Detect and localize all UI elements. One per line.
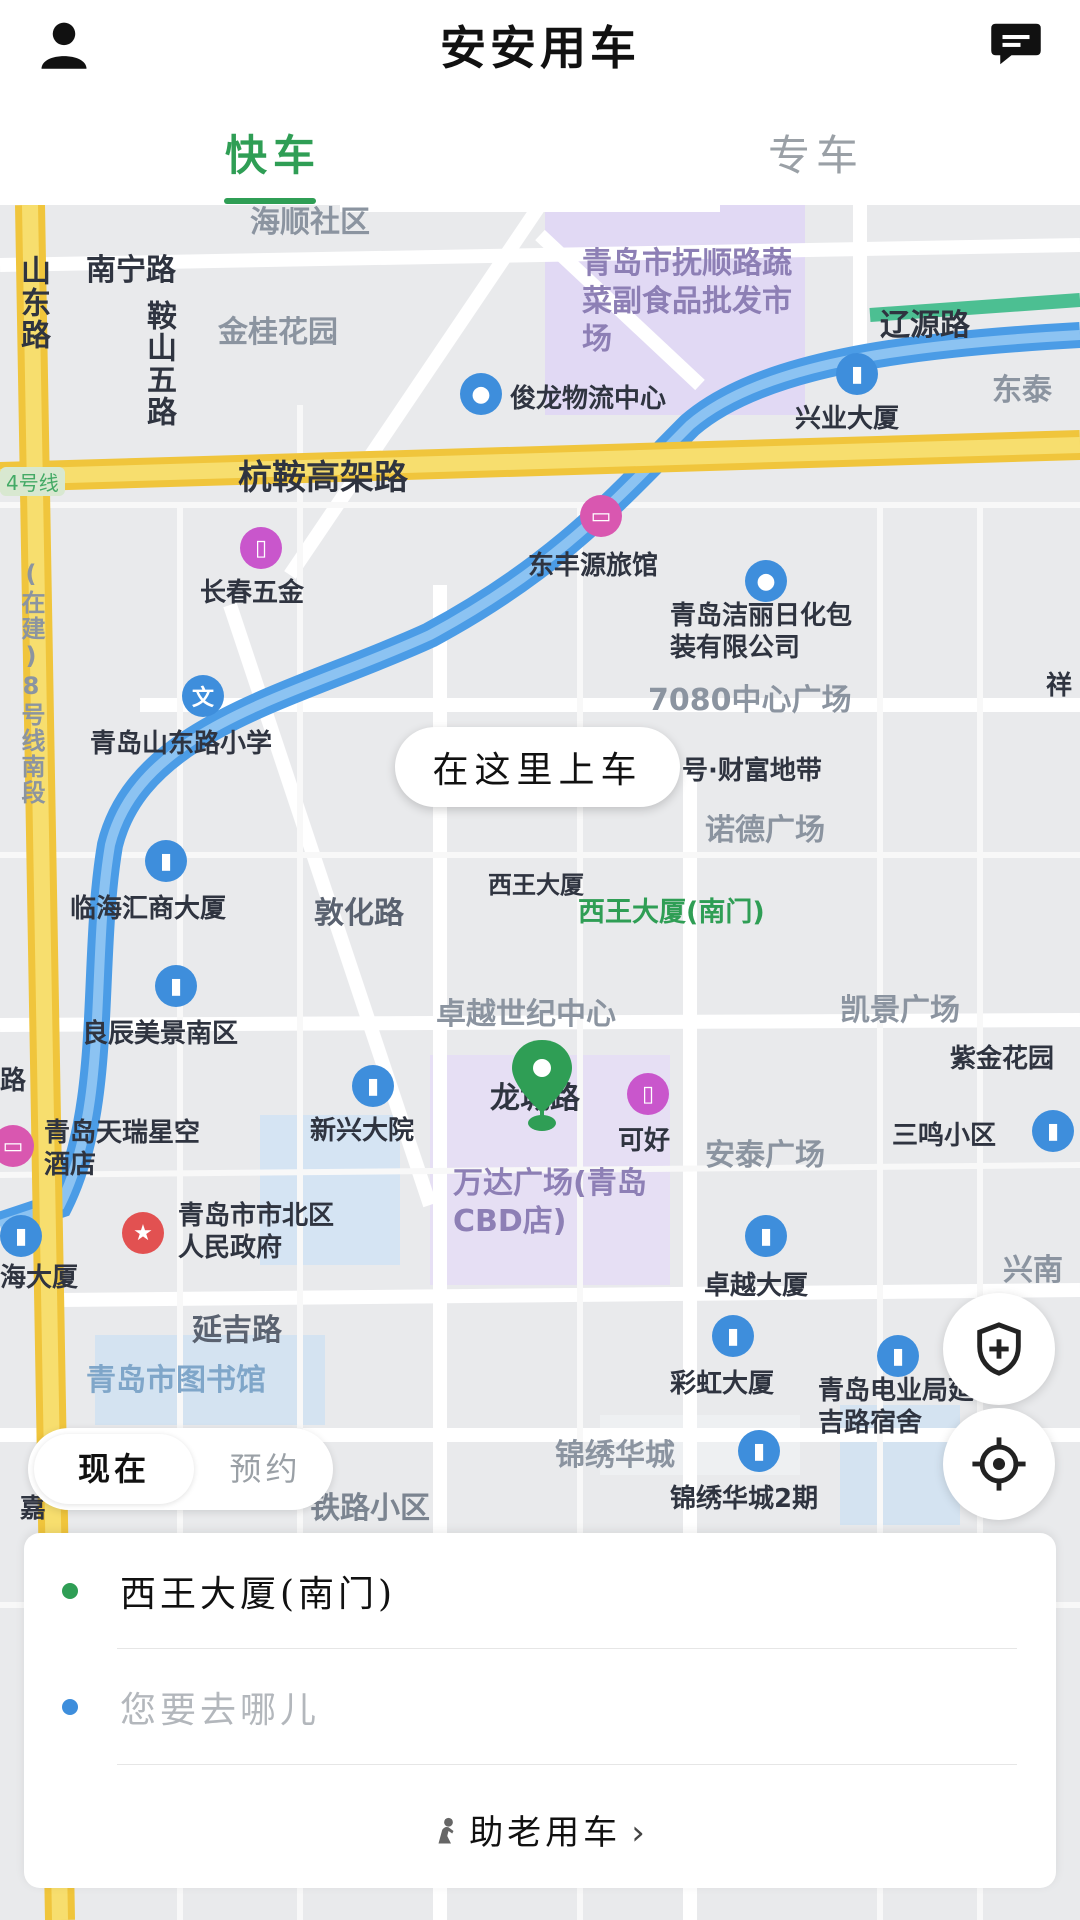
message-icon[interactable] <box>986 14 1046 74</box>
map-label: 杭鞍高架路 <box>238 458 408 498</box>
safety-button[interactable] <box>943 1293 1055 1405</box>
now-option[interactable]: 现在 <box>34 1434 194 1504</box>
elder-assist-button[interactable]: 助老用车 › <box>24 1805 1056 1855</box>
map-label: 7080中心广场 <box>648 683 852 718</box>
map-label: 海顺社区 <box>250 205 370 240</box>
pickup-here-bubble: 在这里上车 <box>395 727 680 807</box>
shield-plus-icon <box>977 1322 1021 1376</box>
elder-icon <box>431 1815 461 1855</box>
pickup-point-label: 西王大厦(南门) <box>578 897 765 928</box>
shop-icon: ▯ <box>240 527 282 569</box>
building-icon: ▮ <box>836 353 878 395</box>
map-label: 凯景广场 <box>840 993 960 1028</box>
locate-icon <box>972 1437 1026 1491</box>
map-label: 西王大厦 <box>488 871 584 899</box>
map-label: 卓越世纪中心 <box>436 997 616 1032</box>
locate-button[interactable] <box>943 1408 1055 1520</box>
ride-type-tabs: 快车 专车 <box>0 100 1080 205</box>
map-label: (在建)8号线南段 <box>17 560 45 806</box>
map-label: 兴南 <box>1003 1253 1063 1288</box>
hotel-icon: ▭ <box>580 495 622 537</box>
map-label: 金桂花园 <box>218 315 338 350</box>
building-icon: ▮ <box>877 1335 919 1377</box>
map-label: 俊龙物流中心 <box>510 384 667 414</box>
building-icon: ▮ <box>0 1215 42 1257</box>
origin-text: 西王大厦(南门) <box>120 1574 397 1615</box>
map-label: 辽源路 <box>880 308 970 343</box>
map-label: 东泰 <box>992 373 1052 408</box>
map-label: 延吉路 <box>192 1313 282 1348</box>
map-label: 祥 <box>1046 671 1073 701</box>
government-icon: ★ <box>122 1212 164 1254</box>
building-icon: ▮ <box>745 1215 787 1257</box>
building-icon: ▮ <box>1032 1110 1074 1152</box>
map-label: 长春五金 <box>200 578 305 608</box>
origin-dot-icon <box>62 1583 78 1599</box>
map-label: 铁路小区 <box>310 1491 430 1526</box>
metro-line-label: 4号线 <box>0 467 65 496</box>
building-icon: ▮ <box>145 840 187 882</box>
elder-assist-label: 助老用车 <box>469 1813 622 1853</box>
map-label: 兴业大厦 <box>795 404 900 434</box>
map-label: 南宁路 <box>86 253 176 288</box>
reserve-option[interactable]: 预约 <box>203 1428 328 1510</box>
destination-input[interactable]: 您要去哪儿 <box>120 1681 320 1733</box>
poi-icon: ● <box>745 560 787 602</box>
origin-row[interactable]: 西王大厦(南门) <box>24 1533 1056 1648</box>
map-label: 山东路 <box>15 255 50 351</box>
map-label: 紫金花园 <box>950 1044 1055 1074</box>
map-label: 青岛天瑞星空酒店 <box>44 1118 201 1180</box>
map-label: 鞍山五路 <box>141 300 176 428</box>
map-label: 敦化路 <box>314 896 404 931</box>
top-bar: 安安用车 <box>0 0 1080 84</box>
map-label: 青岛市市北区人民政府 <box>178 1201 335 1263</box>
destination-row[interactable]: 您要去哪儿 <box>24 1649 1056 1764</box>
map-label: 青岛山东路小学 <box>90 729 273 759</box>
map-label: 海大厦 <box>0 1263 79 1293</box>
chevron-right-icon: › <box>631 1813 649 1853</box>
map-label: 万达广场(青岛CBD店) <box>453 1166 647 1239</box>
active-tab-indicator <box>224 198 316 204</box>
tab-premium[interactable]: 专车 <box>768 122 864 183</box>
map-label: 卓越大厦 <box>704 1271 809 1301</box>
building-icon: ▮ <box>712 1315 754 1357</box>
map-label: 安泰广场 <box>705 1138 825 1173</box>
destination-dot-icon <box>62 1699 78 1715</box>
shop-icon: ▯ <box>627 1073 669 1115</box>
school-icon: 文 <box>182 675 224 717</box>
building-icon: ▮ <box>155 965 197 1007</box>
map-label: 青岛洁丽日化包装有限公司 <box>670 601 853 663</box>
map-label: 青岛市图书馆 <box>86 1363 266 1398</box>
building-icon: ▮ <box>738 1430 780 1472</box>
route-card: 西王大厦(南门) 您要去哪儿 助老用车 › <box>24 1533 1056 1888</box>
map-label: 锦绣华城2期 <box>670 1484 819 1514</box>
map-label: 青岛市抚顺路蔬菜副食品批发市场 <box>582 246 792 357</box>
app-title: 安安用车 <box>440 21 640 75</box>
poi-icon: ● <box>460 373 502 415</box>
map-label: 临海汇商大厦 <box>70 894 227 924</box>
map-label: 东丰源旅馆 <box>528 551 659 581</box>
map-label: 可好 <box>618 1126 671 1156</box>
ride-time-toggle: 现在 预约 <box>28 1428 333 1510</box>
map-label: 新兴大院 <box>310 1116 415 1146</box>
map-label: 彩虹大厦 <box>670 1369 775 1399</box>
map-label: 良辰美景南区 <box>82 1019 239 1049</box>
building-icon: ▮ <box>352 1065 394 1107</box>
tab-express[interactable]: 快车 <box>225 122 321 183</box>
divider <box>117 1764 1017 1765</box>
map-label: 号·财富地带 <box>682 756 822 786</box>
map-label: 锦绣华城 <box>555 1438 675 1473</box>
map-label: 三鸣小区 <box>892 1121 997 1151</box>
map-label: 路 <box>0 1066 27 1096</box>
map-label: 诺德广场 <box>705 813 825 848</box>
